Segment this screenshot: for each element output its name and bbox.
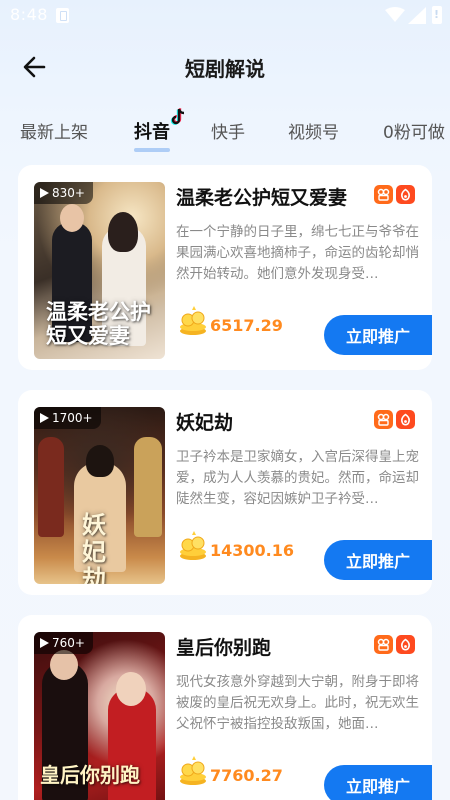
platform-icons bbox=[374, 185, 415, 204]
promote-button[interactable]: 立即推广 bbox=[324, 315, 432, 355]
earnings-amount: 14300.16 bbox=[210, 541, 295, 560]
kuaishou-icon bbox=[374, 635, 393, 654]
tab-shipinhao[interactable]: 视频号 bbox=[288, 118, 339, 143]
signal-icon bbox=[408, 7, 426, 24]
play-icon bbox=[40, 413, 49, 423]
views-count: 830+ bbox=[52, 186, 85, 200]
promote-button[interactable]: 立即推广 bbox=[324, 765, 432, 800]
tab-zero-fans[interactable]: 0粉可做 bbox=[383, 118, 445, 143]
poster-title-art: 妖妃劫 bbox=[82, 510, 106, 584]
drama-description: 现代女孩意外穿越到大宁朝，附身于即将被废的皇后祝无欢身上。此时，祝无欢生父祝怀宁… bbox=[176, 674, 419, 732]
notification-app-icon bbox=[56, 8, 69, 23]
drama-description: 在一个宁静的日子里，绵七七正与爷爷在果园满心欢喜地摘柿子，命运的齿轮却悄然开始转… bbox=[176, 224, 419, 282]
earnings-amount: 7760.27 bbox=[210, 766, 283, 785]
coin-stack-icon bbox=[180, 531, 206, 560]
platform-icons bbox=[374, 635, 415, 654]
drama-title: 温柔老公护短又爱妻 bbox=[176, 187, 348, 209]
views-count: 760+ bbox=[52, 636, 85, 650]
play-icon bbox=[40, 638, 49, 648]
douyin-logo-icon bbox=[170, 108, 185, 125]
views-badge: 760+ bbox=[34, 632, 93, 654]
drama-poster[interactable]: 760+ 皇后你别跑 bbox=[34, 632, 165, 800]
tab-latest[interactable]: 最新上架 bbox=[20, 118, 88, 143]
drama-description: 卫子衿本是卫家嫡女，入宫后深得皇上宠爱，成为人人羡慕的贵妃。然而，命运却陡然生变… bbox=[176, 449, 419, 507]
status-bar: 8:48 bbox=[0, 0, 450, 34]
drama-poster[interactable]: 830+ 温柔老公护短又爱妻 bbox=[34, 182, 165, 359]
active-tab-indicator bbox=[134, 148, 170, 152]
kuaishou-icon bbox=[374, 185, 393, 204]
tab-kuaishou[interactable]: 快手 bbox=[211, 118, 245, 143]
views-count: 1700+ bbox=[52, 411, 93, 425]
tab-bar: 最新上架 抖音 快手 视频号 0粉可做 bbox=[0, 112, 450, 158]
drama-card[interactable]: 830+ 温柔老公护短又爱妻 温柔老公护短又爱妻 在一个宁静的日子里，绵七七正与… bbox=[18, 165, 432, 370]
douyin-icon bbox=[396, 410, 415, 429]
kuaishou-icon bbox=[374, 410, 393, 429]
poster-title-art: 温柔老公护短又爱妻 bbox=[46, 299, 151, 348]
play-icon bbox=[40, 188, 49, 198]
drama-card[interactable]: 760+ 皇后你别跑 皇后你别跑 现代女孩意外穿越到大宁朝，附身于即将被废的皇后… bbox=[18, 615, 432, 800]
platform-icons bbox=[374, 410, 415, 429]
views-badge: 1700+ bbox=[34, 407, 101, 429]
coin-stack-icon bbox=[180, 756, 206, 785]
tab-douyin[interactable]: 抖音 bbox=[134, 118, 170, 144]
views-badge: 830+ bbox=[34, 182, 93, 204]
drama-card[interactable]: 1700+ 妖妃劫 妖妃劫 卫子衿本是卫家嫡女，入宫后深得皇上宠爱，成为人人羡慕… bbox=[18, 390, 432, 595]
douyin-icon bbox=[396, 185, 415, 204]
promote-button[interactable]: 立即推广 bbox=[324, 540, 432, 580]
drama-title: 皇后你别跑 bbox=[176, 637, 272, 659]
douyin-icon bbox=[396, 635, 415, 654]
page-title: 短剧解说 bbox=[185, 57, 265, 81]
earnings-amount: 6517.29 bbox=[210, 316, 283, 335]
poster-title-art: 皇后你别跑 bbox=[40, 763, 140, 787]
coin-stack-icon bbox=[180, 306, 206, 335]
drama-title: 妖妃劫 bbox=[176, 412, 234, 434]
status-time: 8:48 bbox=[10, 5, 48, 24]
drama-poster[interactable]: 1700+ 妖妃劫 bbox=[34, 407, 165, 584]
wifi-icon bbox=[385, 7, 405, 22]
battery-icon bbox=[432, 6, 442, 24]
